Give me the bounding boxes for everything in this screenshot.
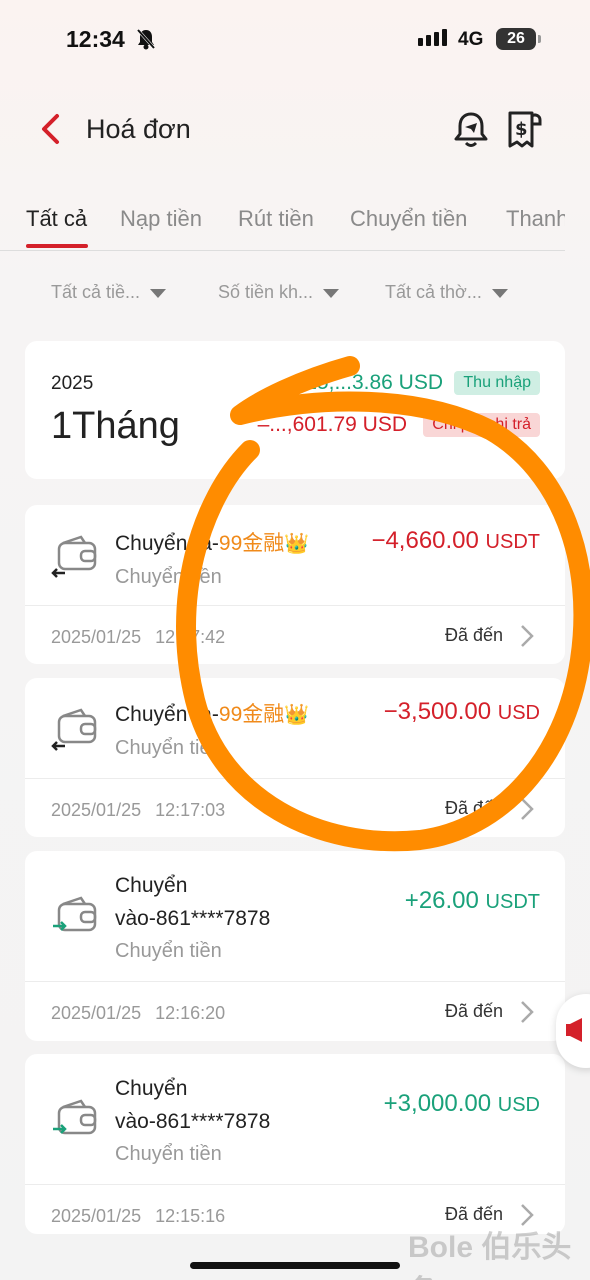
transaction-title-line1: Chuyển <box>115 874 188 897</box>
wallet-in-icon <box>53 1099 97 1135</box>
status-time: 12:34 <box>66 26 125 52</box>
signal-icon <box>418 29 447 46</box>
transaction-card[interactable]: Chuyển vào-861****7878 Chuyển tiền +3,00… <box>25 1054 565 1234</box>
transaction-title-prefix: Chuyển ra- <box>115 532 219 555</box>
transaction-date: 2025/01/25 <box>51 800 142 820</box>
transaction-brand: 99金融 <box>218 532 285 555</box>
tab-transfer[interactable]: Chuyển tiền <box>350 206 467 232</box>
network-type: 4G <box>458 29 484 50</box>
wallet-out-icon <box>51 535 97 578</box>
expense-badge: Chi phí chi trả <box>423 413 540 437</box>
transaction-date: 2025/01/25 <box>51 627 142 647</box>
summary-card[interactable]: 2025 1Tháng +15,...3.86 USD Thu nhập –..… <box>25 341 565 479</box>
amount-value: +3,000.00 <box>383 1090 492 1117</box>
transaction-brand: 99金融 <box>218 703 285 726</box>
amount-unit: USDT <box>485 531 540 553</box>
transaction-datetime: 2025/01/25 12:17:42 <box>51 627 225 648</box>
filter-time[interactable]: Tất cả thờ... <box>385 282 508 303</box>
tab-bar: Tất cả Nạp tiền Rút tiền Chuyển tiền Tha… <box>0 196 565 251</box>
watermark: Bole 伯乐头条 <box>408 1231 572 1280</box>
back-icon[interactable] <box>38 112 64 146</box>
crown-icon: 👑 <box>284 533 310 555</box>
notification-bell-icon[interactable] <box>452 110 490 150</box>
tab-payment[interactable]: Thanh <box>506 206 565 232</box>
amount-value: +26.00 <box>404 887 479 914</box>
summary-period: 1Tháng <box>51 405 180 447</box>
transaction-card[interactable]: Chuyển vào-861****7878 Chuyển tiền +26.0… <box>25 851 565 1041</box>
bell-off-icon <box>136 29 156 50</box>
transaction-date: 2025/01/25 <box>51 1206 142 1226</box>
transaction-title: Chuyển ra-99金融👑 <box>115 698 309 732</box>
transaction-time: 12:15:16 <box>155 1206 226 1226</box>
tab-all[interactable]: Tất cả <box>26 206 87 232</box>
transaction-title-prefix: Chuyển ra- <box>115 703 219 726</box>
transaction-type: Chuyển tiền <box>115 940 222 962</box>
summary-year: 2025 <box>51 373 94 394</box>
home-indicator[interactable] <box>190 1262 400 1269</box>
wallet-out-icon <box>51 708 97 751</box>
transaction-card[interactable]: Chuyển ra-99金融👑 Chuyển tiền −4,660.00 US… <box>25 505 565 664</box>
transaction-status: Đã đến <box>444 798 503 818</box>
transaction-card[interactable]: Chuyển ra-99金融👑 Chuyển tiền −3,500.00 US… <box>25 678 565 837</box>
chevron-right-icon <box>521 1001 534 1023</box>
transaction-title-line2: vào-861****7878 <box>115 907 271 930</box>
transaction-title: Chuyển vào-861****7878 <box>115 869 270 935</box>
summary-expense: –...,601.79 USD <box>257 413 407 436</box>
wallet-in-icon <box>53 896 97 932</box>
amount-unit: USDT <box>485 891 540 913</box>
crown-icon: 👑 <box>284 704 310 726</box>
amount-value: −3,500.00 <box>383 698 492 725</box>
transaction-amount: +26.00 USDT <box>405 887 540 915</box>
filter-time-label: Tất cả thờ... <box>385 282 482 302</box>
caret-down-icon <box>150 289 167 298</box>
caret-down-icon <box>323 289 340 298</box>
transaction-type: Chuyển tiền <box>115 566 222 588</box>
amount-unit: USD <box>497 1094 540 1116</box>
transaction-datetime: 2025/01/25 12:17:03 <box>51 800 225 821</box>
transaction-datetime: 2025/01/25 12:16:20 <box>51 1003 225 1024</box>
transaction-time: 12:17:42 <box>155 627 226 647</box>
transaction-title-line1: Chuyển <box>115 1077 188 1100</box>
tab-withdraw[interactable]: Rút tiền <box>238 206 314 232</box>
status-bar: 12:34 4G 26 <box>0 0 590 80</box>
transaction-type: Chuyển tiền <box>115 737 222 759</box>
transaction-main: Chuyển ra-99金融👑 Chuyển tiền −4,660.00 US… <box>25 505 565 606</box>
transaction-amount: +3,000.00 USD <box>384 1090 540 1118</box>
transaction-main: Chuyển ra-99金融👑 Chuyển tiền −3,500.00 US… <box>25 678 565 779</box>
transaction-datetime: 2025/01/25 12:15:16 <box>51 1206 225 1227</box>
filter-amount[interactable]: Số tiền kh... <box>218 282 340 303</box>
chevron-right-icon <box>521 798 534 820</box>
filter-bar: Tất cả tiề... Số tiền kh... Tất cả thờ..… <box>0 282 590 312</box>
transaction-main: Chuyển vào-861****7878 Chuyển tiền +3,00… <box>25 1054 565 1185</box>
receipt-dollar-icon[interactable]: $ <box>504 110 544 150</box>
tab-active-indicator <box>26 244 88 248</box>
svg-text:$: $ <box>515 119 528 140</box>
transaction-title: Chuyển ra-99金融👑 <box>115 527 309 561</box>
filter-currency[interactable]: Tất cả tiề... <box>51 282 167 303</box>
transaction-date: 2025/01/25 <box>51 1003 142 1023</box>
transaction-status: Đã đến <box>444 625 503 645</box>
filter-currency-label: Tất cả tiề... <box>51 282 141 302</box>
transaction-status: Đã đến <box>444 1001 503 1021</box>
transaction-amount: −4,660.00 USDT <box>371 527 540 555</box>
transaction-amount: −3,500.00 USD <box>384 698 540 726</box>
megaphone-icon <box>566 1018 582 1042</box>
transaction-main: Chuyển vào-861****7878 Chuyển tiền +26.0… <box>25 851 565 982</box>
chevron-right-icon <box>521 625 534 647</box>
page-title: Hoá đơn <box>86 114 191 144</box>
battery-icon: 26 <box>496 28 541 50</box>
filter-amount-label: Số tiền kh... <box>218 282 314 302</box>
transaction-time: 12:17:03 <box>155 800 226 820</box>
amount-value: −4,660.00 <box>371 527 479 554</box>
transaction-type: Chuyển tiền <box>115 1143 222 1165</box>
income-badge: Thu nhập <box>454 371 540 395</box>
transaction-time: 12:16:20 <box>155 1003 226 1023</box>
transaction-title: Chuyển vào-861****7878 <box>115 1072 270 1138</box>
summary-income: +15,...3.86 USD <box>292 371 443 394</box>
header: Hoá đơn $ <box>0 100 590 160</box>
caret-down-icon <box>491 289 508 298</box>
amount-unit: USD <box>497 702 540 724</box>
transaction-title-line2: vào-861****7878 <box>115 1110 271 1133</box>
tab-deposit[interactable]: Nạp tiền <box>120 206 202 232</box>
